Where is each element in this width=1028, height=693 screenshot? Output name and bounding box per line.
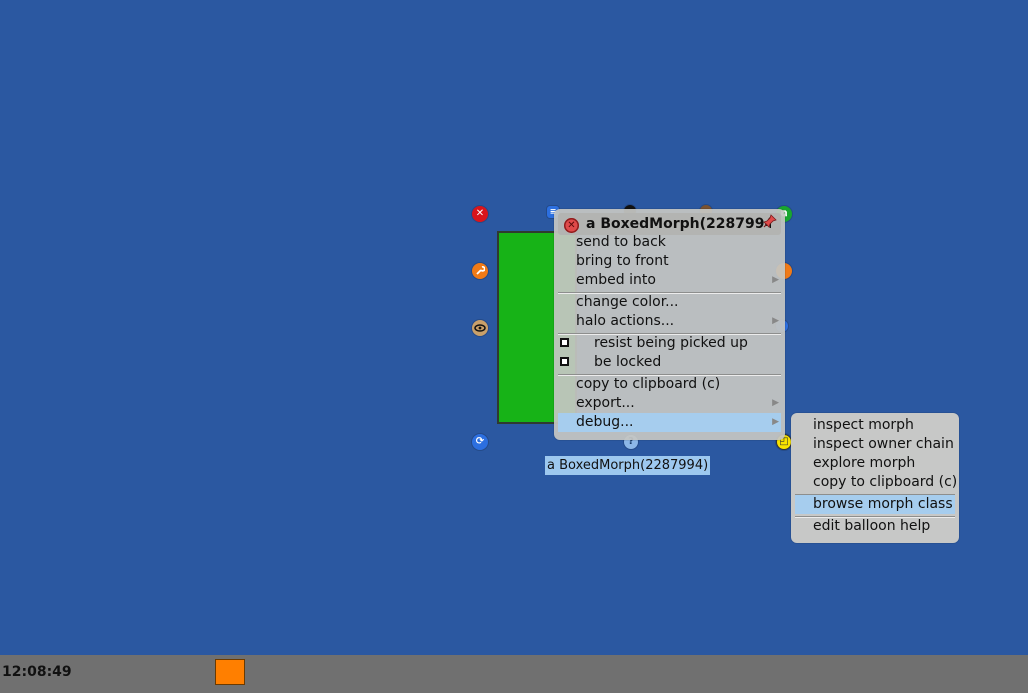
- menu-item-export[interactable]: export... ▶: [558, 394, 781, 413]
- submenu-arrow-icon: ▶: [772, 316, 779, 326]
- debug-handle-icon[interactable]: [472, 263, 488, 279]
- close-menu-icon[interactable]: ✕: [564, 218, 579, 233]
- clock: 12:08:49: [2, 664, 72, 680]
- menu-item-debug[interactable]: debug... ▶: [558, 413, 781, 432]
- menu-item-send-to-back[interactable]: send to back: [558, 233, 781, 252]
- halo-menu: ✕ a BoxedMorph(2287994) send to back bri…: [554, 209, 785, 440]
- taskbar: 12:08:49: [0, 655, 1028, 693]
- submenu-item-copy-clipboard[interactable]: copy to clipboard (c): [795, 473, 957, 492]
- submenu-item-edit-balloon-help[interactable]: edit balloon help: [795, 517, 955, 536]
- menu-item-change-color[interactable]: change color...: [558, 293, 781, 312]
- menu-item-resist-picked-up[interactable]: resist being picked up: [558, 334, 781, 353]
- submenu-item-browse-morph-class[interactable]: browse morph class: [795, 495, 955, 514]
- menu-title-bar: ✕ a BoxedMorph(2287994): [558, 213, 781, 235]
- submenu-arrow-icon: ▶: [772, 275, 779, 285]
- menu-item-embed-into[interactable]: embed into ▶: [558, 271, 781, 290]
- menu-item-halo-actions[interactable]: halo actions... ▶: [558, 312, 781, 331]
- pin-menu-icon[interactable]: [763, 214, 777, 228]
- morph-name-label[interactable]: a BoxedMorph(2287994): [545, 456, 711, 475]
- submenu-item-inspect-owner-chain[interactable]: inspect owner chain: [795, 435, 955, 454]
- submenu-arrow-icon: ▶: [772, 417, 779, 427]
- eye-handle-icon[interactable]: [472, 320, 488, 336]
- rotate-handle-icon[interactable]: ⟳: [472, 434, 488, 450]
- taskbar-item[interactable]: [215, 659, 245, 685]
- menu-item-copy-clipboard[interactable]: copy to clipboard (c): [558, 375, 781, 394]
- checkbox-icon[interactable]: [560, 338, 569, 347]
- menu-item-be-locked[interactable]: be locked: [558, 353, 781, 372]
- dismiss-handle-icon[interactable]: ✕: [472, 206, 488, 222]
- submenu-item-inspect-morph[interactable]: inspect morph: [795, 416, 955, 435]
- debug-submenu: inspect morph inspect owner chain explor…: [791, 413, 959, 543]
- menu-title: a BoxedMorph(2287994): [586, 216, 771, 232]
- checkbox-icon[interactable]: [560, 357, 569, 366]
- submenu-item-explore-morph[interactable]: explore morph: [795, 454, 955, 473]
- menu-item-bring-to-front[interactable]: bring to front: [558, 252, 781, 271]
- submenu-arrow-icon: ▶: [772, 398, 779, 408]
